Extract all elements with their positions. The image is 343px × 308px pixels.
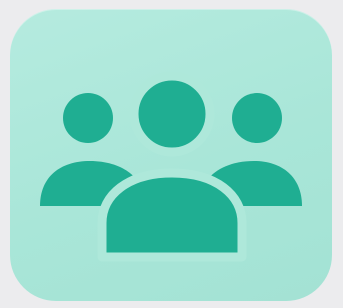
- left-person-head: [63, 93, 113, 143]
- center-person-head: [129, 71, 215, 157]
- right-person-head: [232, 93, 282, 143]
- screen: [0, 0, 343, 308]
- center-person-body: [97, 168, 247, 262]
- app-icon-tile[interactable]: [10, 9, 332, 301]
- users-group-icon: [40, 71, 302, 262]
